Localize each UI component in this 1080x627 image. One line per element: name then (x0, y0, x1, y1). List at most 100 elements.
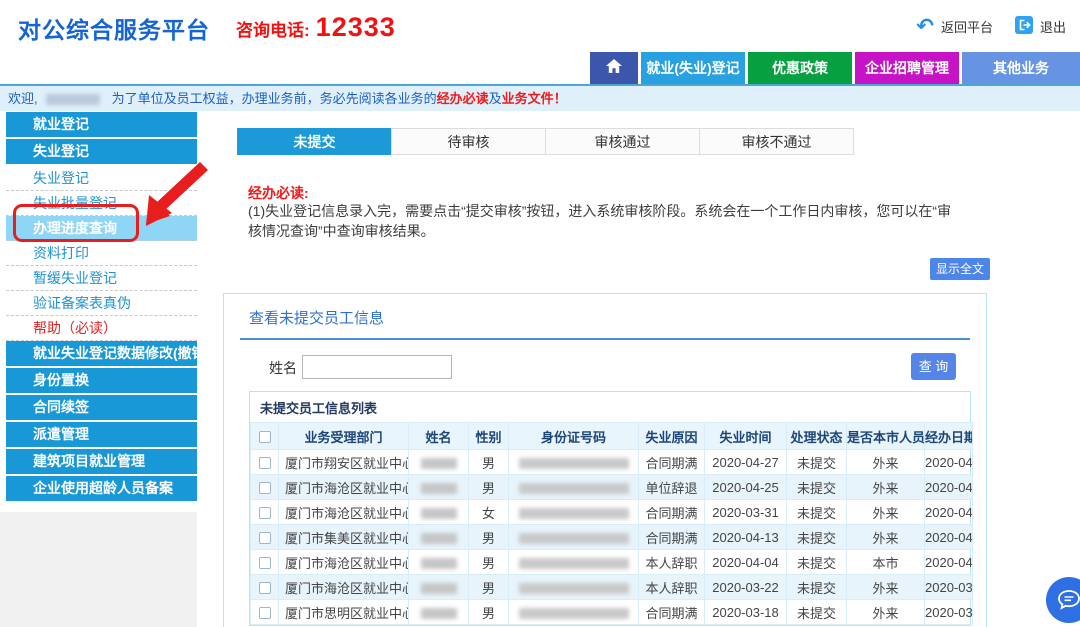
table-cell: 2020-03-2 (925, 575, 973, 600)
select-all-checkbox[interactable] (259, 431, 271, 443)
row-checkbox[interactable] (259, 457, 271, 469)
table-cell: 本市 (847, 550, 925, 575)
table-cell: 男 (469, 575, 509, 600)
table-row: 厦门市海沧区就业中心女合同期满2020-03-31未提交外来2020-04-2 (251, 500, 973, 525)
welcome-em1: 经办必读 (437, 91, 489, 106)
table-cell: 2020-04-2 (925, 475, 973, 500)
row-checkbox[interactable] (259, 482, 271, 494)
table-cell (509, 525, 639, 550)
logout-label: 退出 (1040, 17, 1066, 36)
notice-body: (1)失业登记信息录入完，需要点击“提交审核”按钮，进入系统审核阶段。系统会在一… (248, 202, 954, 241)
sidebar-item-active[interactable]: 办理进度查询 (6, 216, 197, 241)
table-cell: 厦门市翔安区就业中心 (279, 450, 409, 475)
search-button[interactable]: 查 询 (911, 353, 956, 380)
column-header: 是否本市人员 (847, 423, 925, 450)
masked-id-number (519, 608, 629, 619)
app-header: 对公综合服务平台 咨询电话: 12333 ↶ 返回平台 退出 就业(失业)登记优… (0, 0, 1080, 84)
table-cell: 未提交 (787, 550, 847, 575)
sidebar-item[interactable]: 帮助（必读） (6, 316, 197, 341)
column-header: 姓名 (409, 423, 469, 450)
table-cell: 合同期满 (639, 500, 705, 525)
status-tab[interactable]: 待审核 (391, 128, 546, 155)
table-cell (251, 525, 279, 550)
welcome-suffix: ！ (554, 91, 567, 106)
nav-tab-other-business[interactable]: 其他业务 (962, 52, 1080, 84)
header-actions: ↶ 返回平台 退出 (916, 16, 1066, 37)
welcome-em2: 业务文件 (502, 91, 554, 106)
masked-name (421, 483, 457, 494)
employee-list-box: 未提交员工信息列表 业务受理部门姓名性别身份证号码失业原因失业时间处理状态是否本… (249, 391, 971, 626)
table-cell: 2020-04-1 (925, 525, 973, 550)
row-checkbox[interactable] (259, 507, 271, 519)
sidebar-background (0, 512, 197, 627)
column-header: 业务受理部门 (279, 423, 409, 450)
table-cell (509, 500, 639, 525)
table-cell (409, 475, 469, 500)
sidebar-item[interactable]: 失业登记 (6, 139, 197, 164)
column-header: 身份证号码 (509, 423, 639, 450)
masked-id-number (519, 583, 629, 594)
row-checkbox[interactable] (259, 607, 271, 619)
table-cell: 男 (469, 600, 509, 625)
nav-tab-recruitment-management[interactable]: 企业招聘管理 (855, 52, 959, 84)
sidebar-item[interactable]: 身份置换 (6, 368, 197, 393)
status-tab[interactable]: 未提交 (237, 128, 392, 155)
sidebar-item[interactable]: 企业使用超龄人员备案 (6, 476, 197, 501)
sidebar-item[interactable]: 就业失业登记数据修改(撤销) (6, 341, 197, 366)
sidebar-item[interactable]: 资料打印 (6, 241, 197, 266)
name-input[interactable] (302, 355, 452, 379)
sidebar-item[interactable]: 暂缓失业登记 (6, 266, 197, 291)
sidebar-item[interactable]: 合同续签 (6, 395, 197, 420)
table-cell: 男 (469, 475, 509, 500)
nav-tab-preferential-policy[interactable]: 优惠政策 (748, 52, 852, 84)
back-to-platform-button[interactable]: ↶ 返回平台 (916, 17, 993, 36)
list-title: 未提交员工信息列表 (250, 392, 970, 422)
row-checkbox[interactable] (259, 582, 271, 594)
masked-id-number (519, 558, 629, 569)
table-cell: 男 (469, 450, 509, 475)
page: 对公综合服务平台 咨询电话: 12333 ↶ 返回平台 退出 就业(失业)登记优… (0, 0, 1080, 627)
sidebar-item[interactable]: 建筑项目就业管理 (6, 449, 197, 474)
table-cell (509, 475, 639, 500)
table-cell: 未提交 (787, 500, 847, 525)
hotline-label: 咨询电话: (236, 16, 310, 41)
nav-tab-employment-registration[interactable]: 就业(失业)登记 (641, 52, 745, 84)
table-row: 厦门市海沧区就业中心男单位辞退2020-04-25未提交外来2020-04-2 (251, 475, 973, 500)
table-cell: 未提交 (787, 525, 847, 550)
table-cell (251, 550, 279, 575)
table-row: 厦门市翔安区就业中心男合同期满2020-04-27未提交外来2020-04-2 (251, 450, 973, 475)
table-cell (251, 450, 279, 475)
masked-id-number (519, 483, 629, 494)
sidebar-item[interactable]: 失业登记 (6, 166, 197, 191)
table-cell: 未提交 (787, 575, 847, 600)
table-cell: 2020-04-04 (705, 550, 787, 575)
table-row: 厦门市集美区就业中心男合同期满2020-04-13未提交外来2020-04-1 (251, 525, 973, 550)
chat-fab-button[interactable] (1046, 577, 1080, 623)
sidebar-item[interactable]: 派遣管理 (6, 422, 197, 447)
logout-button[interactable]: 退出 (1015, 16, 1066, 37)
sidebar-menu: 就业登记失业登记失业登记失业批量登记办理进度查询资料打印暂缓失业登记验证备案表真… (6, 112, 197, 503)
table-cell: 2020-03-1 (925, 600, 973, 625)
sidebar-item[interactable]: 验证备案表真伪 (6, 291, 197, 316)
table-row: 厦门市思明区就业中心男合同期满2020-03-18未提交外来2020-03-1 (251, 600, 973, 625)
row-checkbox[interactable] (259, 557, 271, 569)
table-row: 厦门市海沧区就业中心男本人辞职2020-03-22未提交外来2020-03-2 (251, 575, 973, 600)
masked-id-number (519, 458, 629, 469)
table-cell: 合同期满 (639, 450, 705, 475)
table-cell: 未提交 (787, 450, 847, 475)
nav-tab-home[interactable] (590, 52, 638, 84)
status-tab[interactable]: 审核通过 (545, 128, 700, 155)
sidebar-item[interactable]: 失业批量登记 (6, 191, 197, 216)
status-tabs: 未提交待审核审核通过审核不通过 (238, 128, 854, 155)
show-full-text-button[interactable]: 显示全文 (930, 258, 990, 280)
table-cell (409, 550, 469, 575)
table-cell: 2020-03-22 (705, 575, 787, 600)
table-cell (409, 600, 469, 625)
unsubmitted-info-panel: 查看未提交员工信息 姓名 查 询 未提交员工信息列表 业务受理部门姓名性别身份证… (223, 293, 987, 627)
table-cell: 合同期满 (639, 600, 705, 625)
masked-id-number (519, 533, 629, 544)
status-tab[interactable]: 审核不通过 (699, 128, 854, 155)
row-checkbox[interactable] (259, 532, 271, 544)
sidebar-item[interactable]: 就业登记 (6, 112, 197, 137)
welcome-conj: 及 (489, 91, 502, 106)
